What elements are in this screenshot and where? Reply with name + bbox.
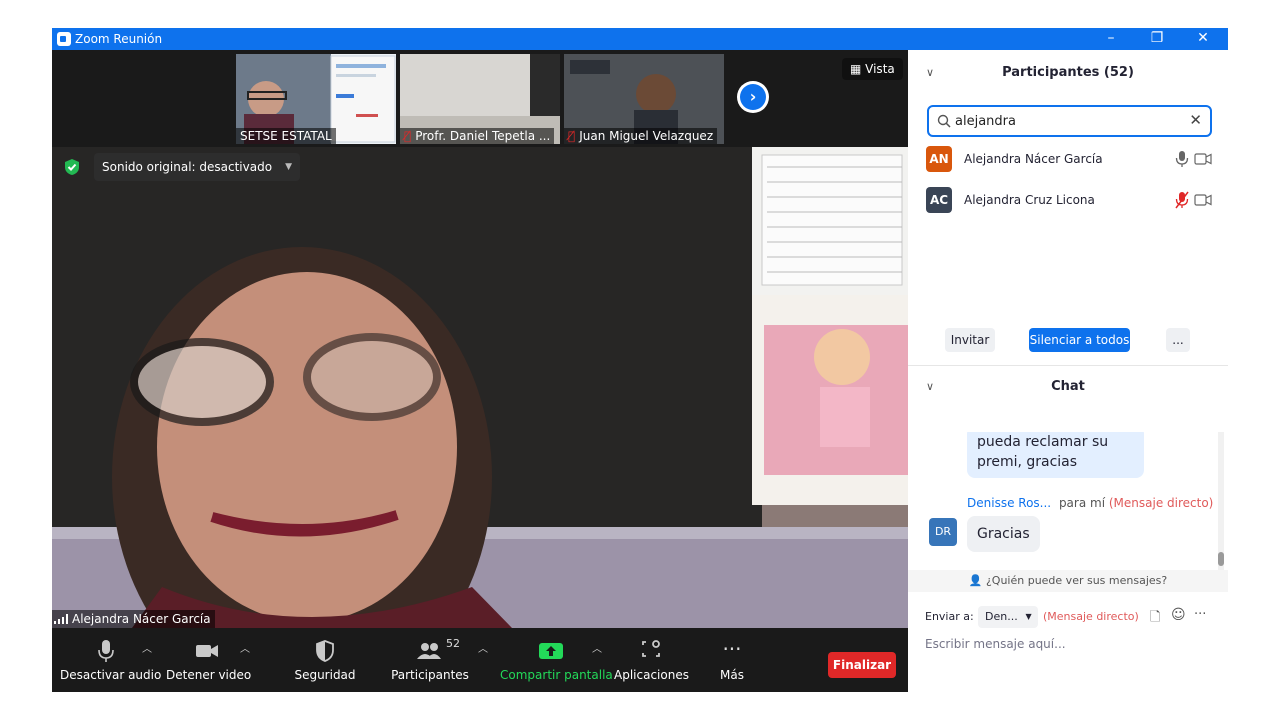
view-button[interactable]: ▦ Vista xyxy=(842,58,903,80)
person-lock-icon: 👤 xyxy=(968,574,986,587)
clear-search-icon[interactable]: ✕ xyxy=(1189,111,1202,129)
right-sidebar: ∨ Participantes (52) ✕ AN Alejandra Náce… xyxy=(908,50,1228,692)
zoom-window: Zoom Reunión – ❐ ✕ SETSE ESTATAL 🎙̸ Prof… xyxy=(52,28,1228,692)
chevron-down-icon: ▼ xyxy=(285,162,293,172)
speaker-name-label: Alejandra Nácer García xyxy=(52,610,215,628)
shield-icon xyxy=(316,640,334,662)
direct-message-tag: (Mensaje directo) xyxy=(1108,496,1214,510)
video-options-caret[interactable]: ︿ xyxy=(240,640,250,655)
collapse-chevron-icon[interactable]: ∨ xyxy=(926,58,934,88)
muted-microphone-icon: 🎙̸ xyxy=(568,129,576,143)
who-can-see-messages[interactable]: 👤 ¿Quién puede ver sus mensajes? xyxy=(908,570,1228,592)
search-input[interactable] xyxy=(955,112,1175,130)
participant-search-field[interactable]: ✕ xyxy=(927,105,1212,137)
more-button[interactable]: ··· Más xyxy=(710,638,754,688)
participants-more-button[interactable]: ... xyxy=(1166,328,1190,352)
microphone-icon[interactable] xyxy=(1175,150,1189,168)
security-button[interactable]: Seguridad xyxy=(292,638,358,688)
participants-options-caret[interactable]: ︿ xyxy=(478,640,488,655)
chat-messages: pueda reclamar su premi, gracias Denisse… xyxy=(908,432,1228,570)
chat-header: ∨ Chat xyxy=(908,372,1228,402)
mute-all-button[interactable]: Silenciar a todos xyxy=(1029,328,1130,352)
participant-row[interactable]: AN Alejandra Nácer García xyxy=(926,146,1216,174)
thumbnail-strip: SETSE ESTATAL 🎙̸ Profr. Daniel Tepetla ..… xyxy=(52,50,908,147)
thumbnail-video[interactable]: 🎙̸ Profr. Daniel Tepetla ... xyxy=(400,54,560,144)
audio-options-caret[interactable]: ︿ xyxy=(142,640,152,655)
divider xyxy=(908,365,1228,366)
send-to-row: Enviar a: Den... ▼ (Mensaje directo) 🗋 ☺… xyxy=(925,606,1215,628)
minimize-button[interactable]: – xyxy=(1088,28,1134,50)
apps-button[interactable]: Aplicaciones xyxy=(614,638,689,688)
avatar: AN xyxy=(926,146,952,172)
close-button[interactable]: ✕ xyxy=(1180,28,1226,50)
message-input[interactable]: Escribir mensaje aquí... xyxy=(925,637,1066,651)
participants-button[interactable]: Participantes 52 xyxy=(390,637,470,688)
more-options-icon[interactable]: ··· xyxy=(1194,607,1206,622)
shield-check-icon xyxy=(65,159,79,175)
video-camera-icon[interactable] xyxy=(1194,194,1212,206)
participant-name: Alejandra Cruz Licona xyxy=(964,193,1095,207)
emoji-icon[interactable]: ☺ xyxy=(1171,607,1186,623)
collapse-chevron-icon[interactable]: ∨ xyxy=(926,372,934,402)
chat-scrollbar[interactable] xyxy=(1218,432,1224,572)
thumbnail-name: 🎙̸ Juan Miguel Velazquez xyxy=(564,128,718,144)
share-screen-button[interactable]: Compartir pantalla xyxy=(500,638,613,688)
send-to-dropdown[interactable]: Den... ▼ xyxy=(978,606,1038,628)
speaker-video-frame xyxy=(52,147,908,628)
participant-row[interactable]: AC Alejandra Cruz Licona xyxy=(926,187,1216,215)
chevron-down-icon: ▼ xyxy=(1025,612,1032,621)
more-dots-icon: ··· xyxy=(722,637,742,661)
share-options-caret[interactable]: ︿ xyxy=(592,640,602,655)
title-bar: Zoom Reunión – ❐ ✕ xyxy=(52,28,1228,50)
search-icon xyxy=(937,114,951,128)
chat-message-bubble: Gracias xyxy=(967,516,1040,552)
chat-message-bubble: pueda reclamar su premi, gracias xyxy=(967,432,1144,478)
file-icon[interactable]: 🗋 xyxy=(1150,608,1160,630)
main-video: Sonido original: desactivado ▼ Alejandra… xyxy=(52,147,908,628)
muted-microphone-icon: 🎙̸ xyxy=(404,129,412,143)
avatar: DR xyxy=(929,518,957,546)
zoom-app-icon xyxy=(57,32,71,46)
avatar: AC xyxy=(926,187,952,213)
participant-name: Alejandra Nácer García xyxy=(964,152,1103,166)
thumbnail-name: SETSE ESTATAL xyxy=(236,128,336,144)
participants-header: ∨ Participantes (52) xyxy=(908,58,1228,88)
share-screen-icon xyxy=(539,643,563,659)
video-camera-icon xyxy=(196,645,218,657)
stop-video-button[interactable]: Detener video xyxy=(166,638,251,688)
invite-button[interactable]: Invitar xyxy=(945,328,995,352)
next-page-button[interactable]: › xyxy=(737,81,769,113)
sender-name[interactable]: Denisse Ros... xyxy=(967,496,1051,510)
original-sound-dropdown[interactable]: Sonido original: desactivado ▼ xyxy=(94,153,301,181)
meeting-area: SETSE ESTATAL 🎙̸ Profr. Daniel Tepetla ..… xyxy=(52,50,908,692)
thumbnail-video[interactable]: 🎙̸ Juan Miguel Velazquez xyxy=(564,54,724,144)
chevron-right-icon: › xyxy=(740,84,766,110)
mute-audio-button[interactable]: Desactivar audio xyxy=(60,638,161,688)
end-meeting-button[interactable]: Finalizar xyxy=(828,652,896,678)
window-title: Zoom Reunión xyxy=(75,32,163,46)
muted-microphone-icon[interactable] xyxy=(1175,191,1189,209)
thumbnail-video[interactable]: SETSE ESTATAL xyxy=(236,54,396,144)
grid-icon: ▦ xyxy=(850,62,866,76)
participants-icon xyxy=(417,643,441,659)
participants-count-badge: 52 xyxy=(446,637,460,650)
meeting-toolbar: Desactivar audio ︿ Detener video ︿ Segur… xyxy=(52,628,908,692)
microphone-icon xyxy=(98,640,114,662)
chat-message-meta: Denisse Ros... para mí (Mensaje directo) xyxy=(967,496,1214,510)
scrollbar-thumb[interactable] xyxy=(1218,552,1224,566)
video-camera-icon[interactable] xyxy=(1194,153,1212,165)
signal-bars-icon xyxy=(54,614,68,624)
restore-button[interactable]: ❐ xyxy=(1134,28,1180,50)
apps-icon xyxy=(642,640,660,657)
thumbnail-name: 🎙̸ Profr. Daniel Tepetla ... xyxy=(400,128,555,144)
